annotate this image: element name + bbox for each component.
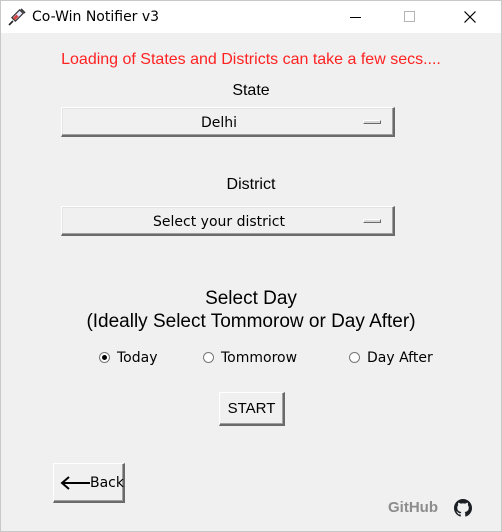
district-dropdown-value: Select your district — [153, 214, 285, 230]
radio-day-after-label: Day After — [367, 350, 433, 366]
state-dropdown[interactable]: Delhi — [61, 107, 395, 137]
loading-notice: Loading of States and Districts can take… — [61, 51, 441, 68]
arrow-left-icon — [60, 476, 90, 490]
minimize-icon — [350, 17, 361, 18]
close-button[interactable] — [447, 1, 493, 33]
close-icon — [464, 11, 476, 23]
github-link[interactable]: GitHub — [388, 499, 438, 516]
dropdown-indicator-icon — [363, 219, 381, 223]
minimize-button[interactable] — [333, 1, 379, 33]
maximize-icon — [404, 11, 415, 22]
dropdown-indicator-icon — [363, 120, 381, 124]
app-window: Co-Win Notifier v3 Loading of States and… — [0, 0, 502, 532]
radio-unchecked-icon — [203, 352, 214, 363]
district-dropdown[interactable]: Select your district — [61, 206, 395, 236]
maximize-button[interactable] — [387, 1, 433, 33]
radio-today[interactable]: Today — [99, 349, 179, 369]
radio-today-label: Today — [117, 350, 158, 366]
back-button[interactable]: Back — [53, 463, 125, 503]
district-label: District — [226, 176, 276, 193]
window-title: Co-Win Notifier v3 — [32, 9, 160, 25]
radio-tommorow-label: Tommorow — [221, 350, 298, 366]
syringe-icon — [8, 8, 26, 26]
select-day-hint: (Ideally Select Tommorow or Day After) — [86, 311, 416, 332]
radio-tommorow[interactable]: Tommorow — [203, 349, 313, 369]
title-bar[interactable]: Co-Win Notifier v3 — [1, 1, 501, 33]
select-day-heading: Select Day — [205, 288, 297, 309]
radio-checked-icon — [99, 352, 110, 363]
github-icon[interactable] — [454, 499, 472, 517]
radio-unchecked-icon — [349, 352, 360, 363]
state-label: State — [232, 82, 270, 99]
radio-day-after[interactable]: Day After — [349, 349, 449, 369]
state-dropdown-value: Delhi — [200, 115, 238, 131]
back-button-label: Back — [90, 475, 124, 491]
start-button[interactable]: START — [219, 392, 285, 426]
